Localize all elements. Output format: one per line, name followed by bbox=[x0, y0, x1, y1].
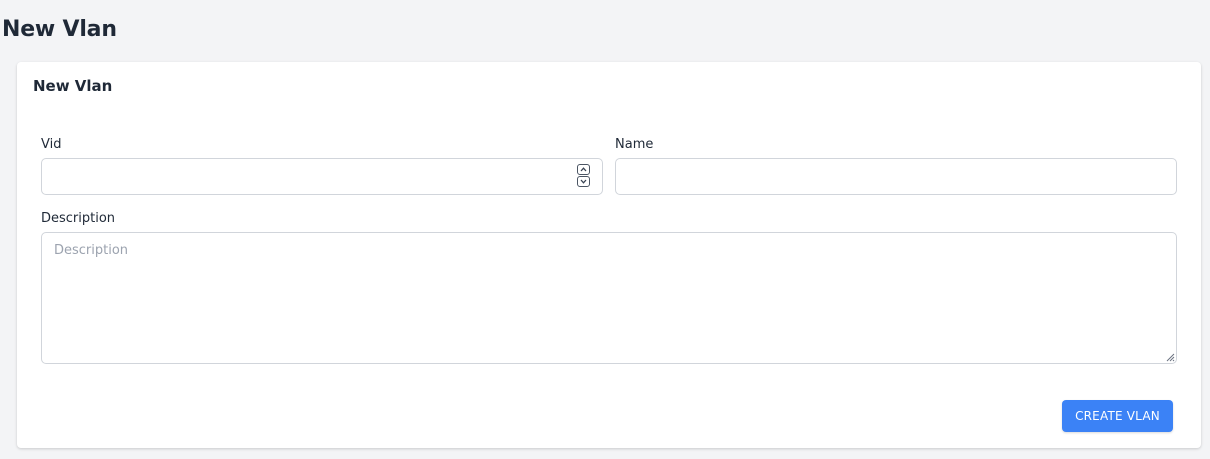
name-input[interactable] bbox=[615, 158, 1177, 195]
vid-input[interactable] bbox=[41, 158, 603, 195]
card-title: New Vlan bbox=[33, 77, 113, 95]
description-textarea[interactable] bbox=[41, 232, 1177, 364]
vid-label: Vid bbox=[41, 137, 62, 152]
new-vlan-card: New Vlan Vid Name Description CREATE VLA… bbox=[17, 62, 1201, 448]
resize-handle-icon[interactable] bbox=[1164, 351, 1175, 362]
description-label: Description bbox=[41, 211, 116, 226]
name-label: Name bbox=[615, 137, 654, 152]
vid-stepper bbox=[577, 164, 591, 188]
chevron-down-icon[interactable] bbox=[577, 176, 590, 187]
page-title: New Vlan bbox=[2, 17, 117, 42]
vid-field-wrapper bbox=[41, 158, 603, 195]
chevron-up-icon[interactable] bbox=[577, 164, 590, 175]
create-vlan-button[interactable]: CREATE VLAN bbox=[1062, 400, 1173, 432]
